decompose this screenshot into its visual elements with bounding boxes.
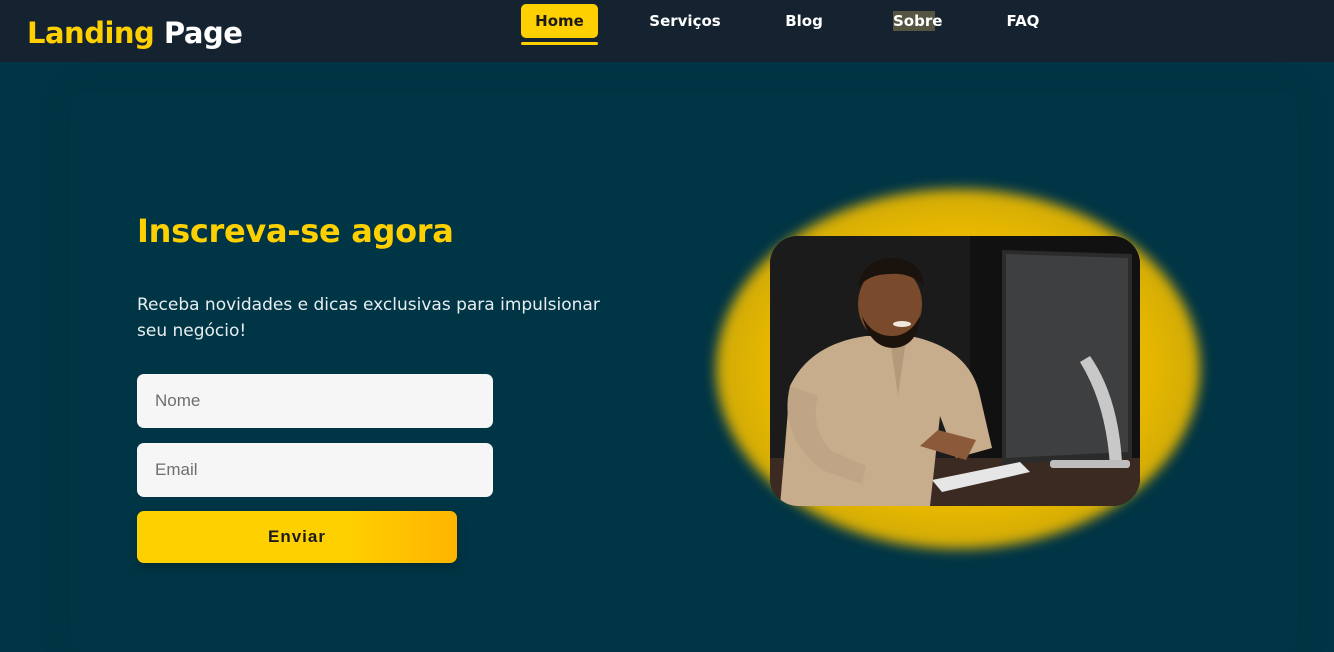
submit-button[interactable]: Enviar	[137, 511, 457, 563]
navbar: Landing Page Home Serviços Blog Sobre FA…	[0, 0, 1334, 62]
email-input[interactable]	[137, 443, 493, 497]
hero-subtitle: Receba novidades e dicas exclusivas para…	[137, 295, 600, 341]
name-input[interactable]	[137, 374, 493, 428]
nav-active-indicator	[521, 42, 598, 45]
brand-logo-part1: Landing	[27, 16, 155, 50]
hero-title: Inscreva-se agora	[137, 212, 454, 250]
brand-logo-part2: Page	[163, 16, 243, 50]
nav-item-sobre[interactable]: Sobre	[893, 11, 942, 31]
hero-image	[770, 236, 1140, 506]
hero-section: Inscreva-se agora Receba novidades e dic…	[0, 62, 1334, 639]
nav-item-servicos[interactable]: Serviços	[648, 4, 722, 38]
nav-item-faq[interactable]: FAQ	[1002, 4, 1044, 38]
nav-item-home[interactable]: Home	[521, 4, 598, 38]
nav-item-blog[interactable]: Blog	[783, 4, 825, 38]
man-at-computer-illustration	[770, 236, 1140, 506]
brand-logo[interactable]: Landing Page	[27, 14, 243, 52]
